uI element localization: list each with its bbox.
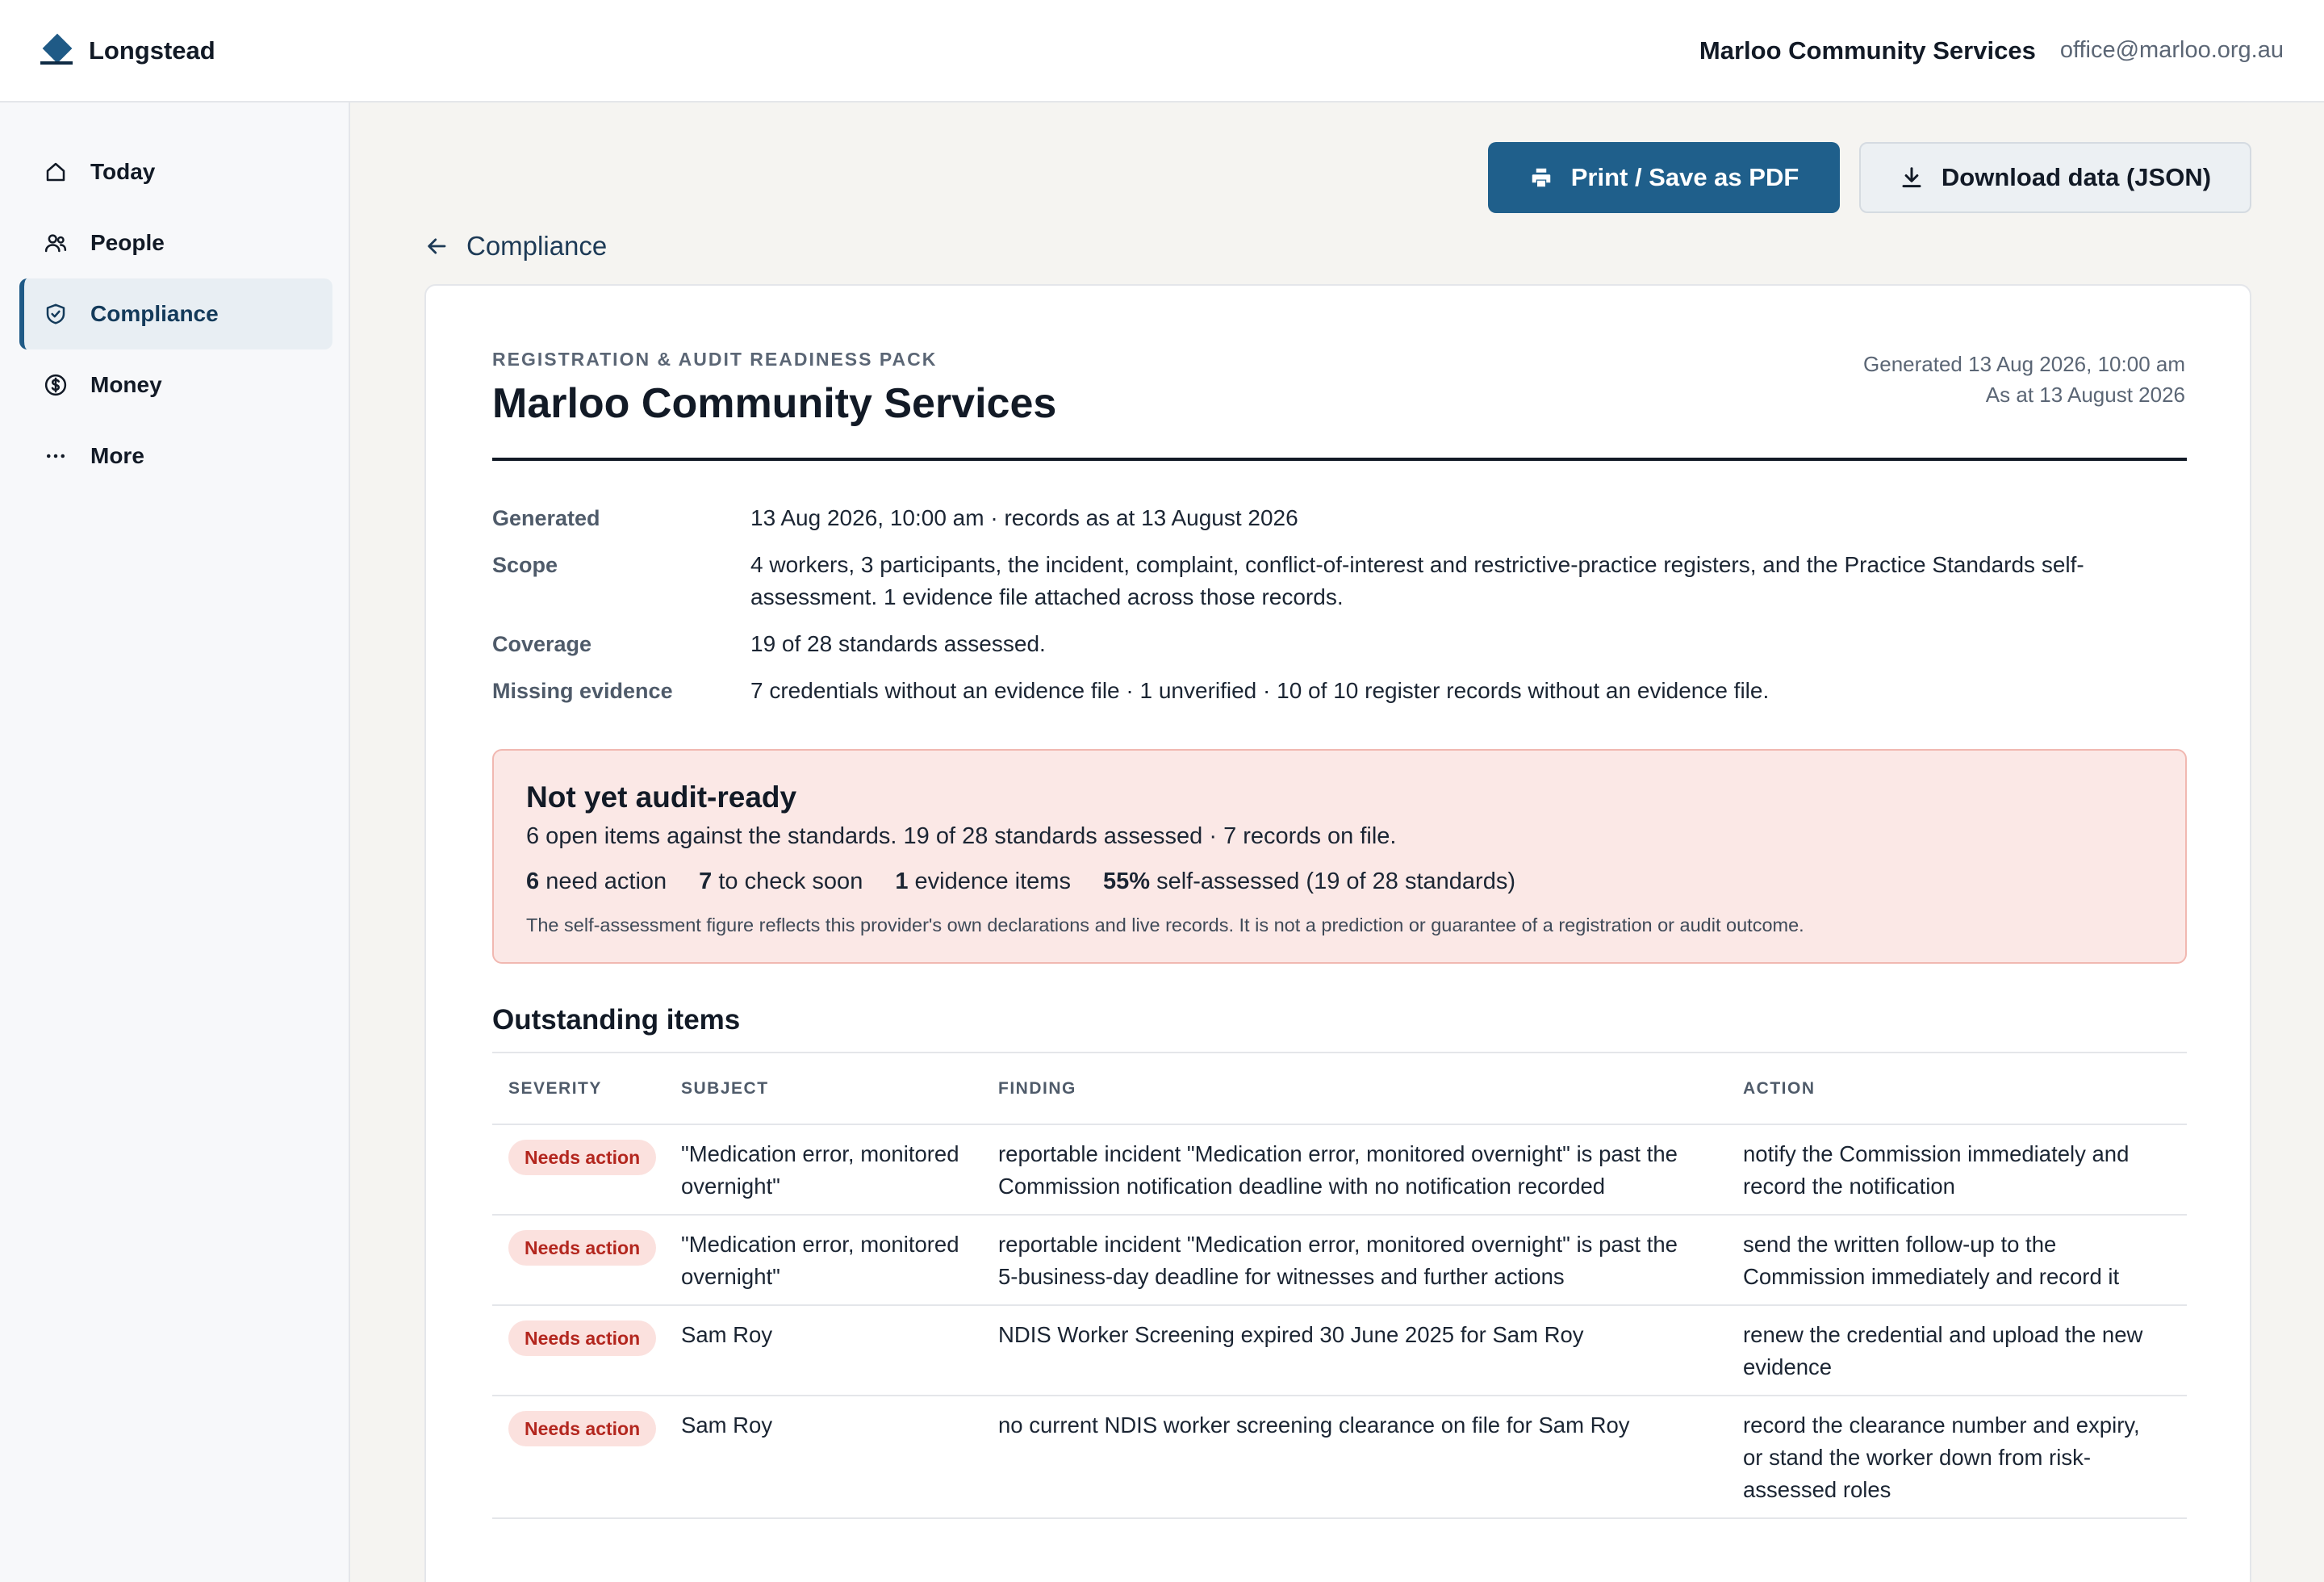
row-action: record the clearance number and expiry, … [1743,1412,2140,1502]
stat-check-soon: 7 to check soon [699,868,863,894]
generated-info: Generated 13 Aug 2026, 10:00 am As at 13… [1863,349,2185,410]
title-divider [492,458,2187,461]
brand-name: Longstead [89,36,215,65]
status-stats: 6 need action 7 to check soon 1 evidence… [526,865,2153,898]
as-at-line: As at 13 August 2026 [1985,383,2185,407]
status-title: Not yet audit-ready [526,781,797,814]
generated-line: Generated 13 Aug 2026, 10:00 am [1863,352,2185,376]
status-disclaimer: The self-assessment figure reflects this… [526,914,1804,935]
report-meta: Generated 13 Aug 2026, 10:00 am · record… [492,502,2187,722]
meta-key: Coverage [492,632,592,656]
back-link-label: Compliance [466,231,608,261]
stat-self-assessed: 55% self-assessed (19 of 28 standards) [1102,868,1515,894]
row-action: notify the Commission immediately and re… [1743,1141,2130,1199]
meta-row-generated: Generated 13 Aug 2026, 10:00 am · record… [492,502,2187,534]
download-icon [1902,167,1921,188]
longstead-logo-icon [40,33,73,67]
row-action: renew the credential and upload the new … [1743,1322,2143,1379]
download-json-button[interactable]: Download data (JSON) [1859,142,2251,213]
status-subtitle: 6 open items against the standards. 19 o… [526,823,1397,849]
sidebar: Today People Compliance Money More [0,103,350,1582]
meta-key: Scope [492,553,558,577]
sidebar-item-label: Compliance [90,301,219,326]
table-row: Needs action Sam Roy NDIS Worker Screeni… [492,1306,2187,1396]
table-row: Needs action Sam Roy no current NDIS wor… [492,1396,2187,1519]
row-finding: reportable incident "Medication error, m… [998,1141,1678,1199]
column-header-subject: SUBJECT [681,1079,769,1098]
section-divider [492,1052,2187,1053]
column-header-finding: FINDING [998,1079,1076,1098]
sidebar-item-label: Money [90,372,162,397]
sidebar-item-label: More [90,443,144,468]
audit-status-alert: Not yet audit-ready 6 open items against… [492,749,2187,964]
print-save-pdf-button[interactable]: Print / Save as PDF [1488,142,1840,213]
row-subject: "Medication error, monitored overnight" [681,1141,959,1199]
sidebar-item-people[interactable]: People [19,207,332,278]
printer-icon [1532,168,1550,187]
sidebar-item-compliance[interactable]: Compliance [19,278,332,349]
account-area: Marloo Community Services office@marloo.… [1699,36,2284,65]
meta-value: 13 Aug 2026, 10:00 am · records as at 13… [750,505,1298,530]
report-eyebrow: REGISTRATION & AUDIT READINESS PACK [492,349,938,370]
table-row: Needs action "Medication error, monitore… [492,1125,2187,1216]
severity-badge: Needs action [508,1320,657,1356]
back-to-compliance-link[interactable]: Compliance [424,231,607,262]
meta-row-scope: Scope 4 workers, 3 participants, the inc… [492,549,2187,613]
stat-evidence-items: 1 evidence items [895,868,1071,894]
dollar-circle-icon [44,374,67,396]
download-button-label: Download data (JSON) [1941,163,2212,191]
row-subject: Sam Roy [681,1412,773,1438]
report-card: REGISTRATION & AUDIT READINESS PACK Marl… [424,284,2251,1582]
meta-value: 7 credentials without an evidence file ·… [750,678,1770,703]
arrow-left-icon [428,238,446,254]
sidebar-item-money[interactable]: Money [19,349,332,421]
print-button-label: Print / Save as PDF [1570,163,1799,191]
more-dots-icon [47,454,65,458]
meta-value: 4 workers, 3 participants, the incident,… [750,552,2084,609]
sidebar-item-label: People [90,230,165,255]
sidebar-item-label: Today [90,159,156,184]
outstanding-items-table: SEVERITY SUBJECT FINDING ACTION Needs ac… [492,1054,2187,1519]
row-subject: "Medication error, monitored overnight" [681,1232,959,1289]
severity-badge: Needs action [508,1411,657,1446]
top-bar: Longstead Marloo Community Services offi… [0,0,2324,103]
table-row: Needs action "Medication error, monitore… [492,1216,2187,1306]
org-name: Marloo Community Services [1699,36,2036,65]
brand[interactable]: Longstead [40,33,215,67]
row-finding: no current NDIS worker screening clearan… [998,1412,1630,1438]
row-finding: NDIS Worker Screening expired 30 June 20… [998,1322,1584,1347]
table-header: SEVERITY SUBJECT FINDING ACTION [492,1054,2187,1125]
sidebar-item-more[interactable]: More [19,421,332,492]
severity-badge: Needs action [508,1230,657,1266]
row-subject: Sam Roy [681,1322,773,1347]
meta-value: 19 of 28 standards assessed. [750,631,1046,656]
column-header-severity: SEVERITY [508,1079,602,1098]
stat-need-action: 6 need action [526,868,667,894]
meta-row-missing-evidence: Missing evidence 7 credentials without a… [492,675,2187,707]
row-action: send the written follow-up to the Commis… [1743,1232,2120,1289]
report-title: Marloo Community Services [492,380,1057,427]
meta-row-coverage: Coverage 19 of 28 standards assessed. [492,628,2187,660]
home-icon [46,162,65,182]
column-header-action: ACTION [1743,1079,1816,1098]
shield-check-icon [46,303,65,324]
org-email: office@marloo.org.au [2059,37,2284,63]
meta-key: Missing evidence [492,679,673,703]
meta-key: Generated [492,506,600,530]
severity-badge: Needs action [508,1140,657,1175]
outstanding-items-title: Outstanding items [492,1004,741,1036]
sidebar-item-today[interactable]: Today [19,136,332,207]
people-icon [44,234,67,253]
row-finding: reportable incident "Medication error, m… [998,1232,1678,1289]
